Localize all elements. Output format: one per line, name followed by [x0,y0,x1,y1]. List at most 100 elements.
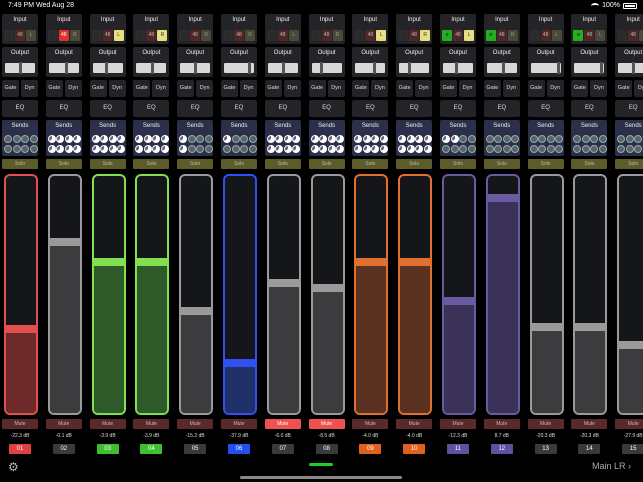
send-knob[interactable] [152,135,161,143]
solo-button[interactable]: Solo [571,159,608,169]
send-knob[interactable] [283,135,292,143]
send-knob[interactable] [529,135,538,143]
eq-button[interactable]: EQ [571,100,608,117]
send-knob[interactable] [204,135,213,143]
lr-button[interactable]: L [639,30,643,41]
send-knob[interactable] [187,145,196,153]
channel-number[interactable]: 05 [184,444,207,454]
solo-button[interactable]: Solo [527,159,564,169]
eq-button[interactable]: EQ [483,100,520,117]
dyn-button[interactable]: Dyn [327,80,345,97]
send-knob[interactable] [310,135,319,143]
eq-button[interactable]: EQ [615,100,643,117]
lr-button[interactable]: R [420,30,431,41]
send-knob[interactable] [73,145,82,153]
solo-button[interactable]: Solo [45,159,82,169]
send-knob[interactable] [240,135,248,143]
mute-button[interactable]: Mute [2,419,38,429]
phantom-48v-button[interactable]: 48 [365,30,376,41]
output-section[interactable]: Output [264,47,301,77]
eq-button[interactable]: EQ [440,100,476,117]
send-knob[interactable] [204,145,213,153]
output-section[interactable]: Output [45,47,82,77]
pan-bar[interactable] [355,62,386,74]
send-knob[interactable] [275,145,284,153]
input-section[interactable]: Input ø 48 L [352,14,389,44]
gate-button[interactable]: Gate [615,80,633,97]
pan-bar[interactable] [48,62,79,74]
fader-handle[interactable] [444,297,474,305]
send-knob[interactable] [371,135,380,143]
send-knob[interactable] [336,135,345,143]
channel-number[interactable]: 11 [447,444,469,454]
solo-button[interactable]: Solo [133,159,170,169]
eq-button[interactable]: EQ [396,100,433,117]
mute-button[interactable]: Mute [221,419,257,429]
solo-button[interactable]: Solo [89,159,126,169]
send-knob[interactable] [379,145,388,153]
solo-button[interactable]: Solo [483,159,520,169]
dyn-button[interactable]: Dyn [415,80,433,97]
sends-section[interactable]: Sends [483,120,520,156]
send-knob[interactable] [47,135,56,143]
output-section[interactable]: Output [615,47,643,77]
lr-button[interactable]: L [464,30,474,41]
send-knob[interactable] [442,145,450,153]
send-knob[interactable] [73,135,82,143]
send-knob[interactable] [117,145,126,153]
send-knob[interactable] [179,135,188,143]
channel-fader[interactable] [135,174,170,415]
phase-button[interactable]: ø [179,30,190,41]
send-knob[interactable] [354,135,363,143]
fader-handle[interactable] [312,284,343,292]
mute-button[interactable]: Mute [264,419,301,429]
pan-bar[interactable] [443,62,473,74]
input-section[interactable]: Input ø 48 R [133,14,170,44]
mute-button[interactable]: Mute [45,419,82,429]
phantom-48v-button[interactable]: 48 [190,30,201,41]
fader-handle[interactable] [575,323,606,331]
gate-button[interactable]: Gate [264,80,282,97]
dyn-button[interactable]: Dyn [634,80,643,97]
mute-button[interactable]: Mute [133,419,170,429]
pan-knob[interactable] [104,62,108,74]
dyn-button[interactable]: Dyn [459,80,476,97]
channel-fader[interactable] [529,174,564,415]
channel-number[interactable]: 12 [490,444,513,454]
dyn-button[interactable]: Dyn [283,80,301,97]
phase-button[interactable]: ø [617,30,628,41]
output-section[interactable]: Output [571,47,608,77]
input-section[interactable]: Input ø 48 L [615,14,643,44]
pan-knob[interactable] [151,62,155,74]
dyn-button[interactable]: Dyn [64,80,82,97]
gate-button[interactable]: Gate [45,80,63,97]
sends-section[interactable]: Sends [221,120,257,156]
input-section[interactable]: Input ø 48 L [89,14,126,44]
send-knob[interactable] [4,145,12,153]
phantom-48v-button[interactable]: 48 [409,30,420,41]
input-section[interactable]: Input ø 48 R [221,14,257,44]
eq-button[interactable]: EQ [45,100,82,117]
send-knob[interactable] [625,135,634,143]
send-knob[interactable] [459,135,467,143]
solo-button[interactable]: Solo [440,159,476,169]
input-section[interactable]: Input ø 48 L [527,14,564,44]
channel-number[interactable]: 10 [403,444,426,454]
pan-knob[interactable] [248,62,251,74]
send-knob[interactable] [29,135,38,143]
sends-section[interactable]: Sends [264,120,301,156]
lr-button[interactable]: R [332,30,343,41]
sends-section[interactable]: Sends [89,120,126,156]
eq-button[interactable]: EQ [2,100,38,117]
pan-knob[interactable] [632,62,636,74]
pan-bar[interactable] [311,62,342,74]
send-knob[interactable] [573,145,582,153]
send-knob[interactable] [379,135,388,143]
send-knob[interactable] [4,135,12,143]
mute-button[interactable]: Mute [527,419,564,429]
send-knob[interactable] [581,145,590,153]
send-knob[interactable] [135,135,144,143]
channel-fader[interactable] [442,174,476,415]
channel-fader[interactable] [91,174,126,415]
sends-section[interactable]: Sends [352,120,389,156]
